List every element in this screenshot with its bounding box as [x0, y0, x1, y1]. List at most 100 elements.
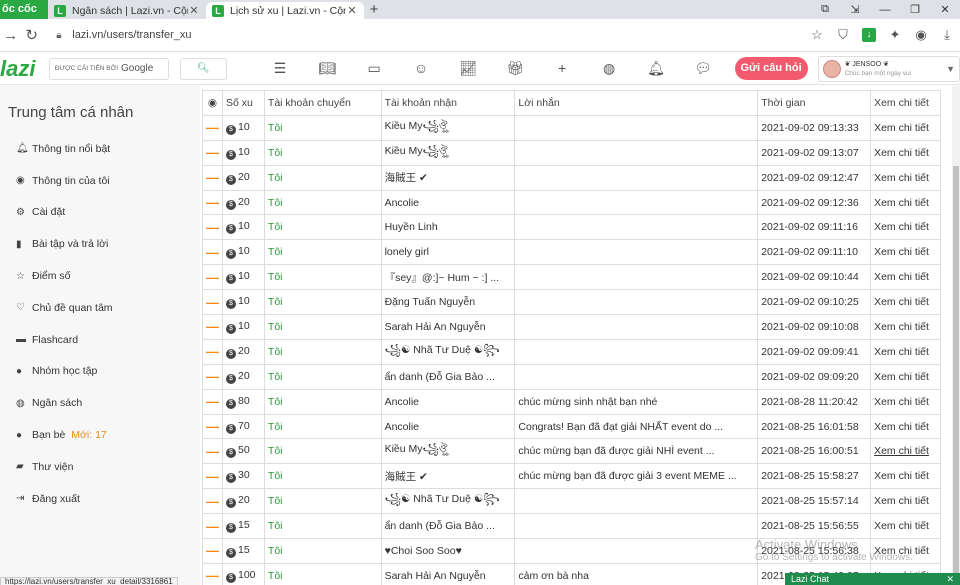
search-button[interactable]: 🔍︎ — [179, 57, 227, 80]
from-account-link[interactable]: Tôi — [263, 363, 382, 390]
screenshot-icon[interactable]: ⧉ — [810, 3, 840, 16]
view-detail-link[interactable]: Xem chi tiết — [870, 463, 941, 490]
to-account-link[interactable]: Kiều My꧁ঔৣ — [380, 139, 516, 166]
chart-icon[interactable]: 📈︎ — [445, 60, 492, 77]
sidebar-item[interactable]: ▮ Bài tập và trả lời — [0, 228, 200, 260]
profile-icon[interactable]: ◉ — [908, 27, 934, 43]
google-search-input[interactable]: ĐƯỢC CẢI TIẾN BỞI Google — [48, 57, 169, 80]
to-account-link[interactable]: ♥Choi Soo Soo♥ — [380, 538, 516, 564]
scrollbar[interactable] — [952, 86, 960, 585]
scrollbar-thumb[interactable] — [953, 166, 959, 585]
from-account-link[interactable]: Tôi — [263, 139, 382, 166]
star-icon[interactable]: ☆ — [804, 27, 830, 43]
view-detail-link[interactable]: Xem chi tiết — [870, 264, 941, 291]
from-account-link[interactable]: Tôi — [263, 538, 382, 564]
shield-icon[interactable]: ⛉ — [830, 27, 856, 43]
to-account-link[interactable]: Huyền Linh — [380, 214, 516, 241]
view-detail-link[interactable]: Xem chi tiết — [870, 363, 941, 390]
reload-icon[interactable]: ↻ — [21, 26, 42, 44]
from-account-link[interactable]: Tôi — [263, 189, 382, 216]
plus-icon[interactable]: + — [539, 60, 586, 77]
lock-icon[interactable]: 🔒︎ — [56, 30, 72, 41]
select-all-radio[interactable]: ◉ — [202, 90, 223, 116]
from-account-link[interactable]: Tôi — [263, 413, 382, 440]
lazi-logo[interactable]: lazi — [0, 55, 43, 83]
close-window-icon[interactable]: ✕ — [930, 3, 960, 16]
from-account-link[interactable]: Tôi — [263, 463, 382, 490]
from-account-link[interactable]: Tôi — [263, 562, 382, 585]
view-detail-link[interactable]: Xem chi tiết — [870, 488, 941, 515]
wallet-icon[interactable]: ▭ — [351, 60, 398, 77]
to-account-link[interactable]: Ancolie — [380, 388, 516, 415]
sidebar-item[interactable]: ● Bạn bè Mới: 17 — [0, 419, 200, 451]
from-account-link[interactable]: Tôi — [263, 264, 382, 291]
to-account-link[interactable]: Đặng Tuấn Nguyễn — [380, 289, 516, 316]
sidebar-item[interactable]: ◍ Ngân sách — [0, 387, 200, 419]
view-detail-link[interactable]: Xem chi tiết — [870, 388, 941, 415]
sidebar-item[interactable]: ● Nhóm học tập — [0, 356, 200, 388]
to-account-link[interactable]: Ancolie — [380, 189, 516, 216]
from-account-link[interactable]: Tôi — [263, 488, 382, 515]
from-account-link[interactable]: Tôi — [263, 388, 382, 415]
to-account-link[interactable]: Sarah Hải An Nguyễn — [380, 562, 516, 585]
lazi-chat-bar[interactable]: Lazi Chat ✕ — [785, 573, 960, 585]
close-icon[interactable]: ✕ — [946, 573, 954, 585]
from-account-link[interactable]: Tôi — [263, 239, 382, 266]
menu-icon[interactable]: ☰ — [257, 60, 304, 77]
to-account-link[interactable]: ẩn danh (Đỗ Gia Bảo ... — [380, 363, 516, 390]
book-icon[interactable]: 📖︎ — [304, 60, 351, 77]
to-account-link[interactable]: 『sey』@:]~ Hum ~ :] ... — [380, 264, 516, 291]
to-account-link[interactable]: Ancolie — [380, 413, 516, 440]
to-account-link[interactable]: 海賊王 ✔ — [380, 463, 516, 490]
sidebar-item[interactable]: ◉ Thông tin của tôi — [0, 165, 200, 197]
new-tab-button[interactable]: + — [364, 2, 384, 19]
sidebar-item[interactable]: ♡ Chủ đề quan tâm — [0, 292, 200, 324]
bell-icon[interactable]: 🔔︎ — [633, 60, 680, 77]
from-account-link[interactable]: Tôi — [263, 289, 382, 316]
tab-lich-su-xu[interactable]: L Lịch sử xu | Lazi.vn - Cộng đồ ✕ — [206, 2, 364, 19]
url-field[interactable]: 🔒︎ lazi.vn/users/transfer_xu — [56, 23, 792, 47]
view-detail-link[interactable]: Xem chi tiết — [870, 114, 941, 141]
smile-icon[interactable]: ☺ — [398, 60, 445, 77]
from-account-link[interactable]: Tôi — [263, 164, 382, 191]
puzzle-icon[interactable]: ✦ — [882, 27, 908, 43]
sidebar-item[interactable]: ☆ Điểm số — [0, 260, 200, 292]
view-detail-link[interactable]: Xem chi tiết — [870, 438, 941, 465]
close-tab-icon[interactable]: ✕ — [188, 4, 200, 17]
sidebar-item[interactable]: ▰ Thư viện — [0, 451, 200, 483]
view-detail-link[interactable]: Xem chi tiết — [870, 189, 941, 216]
view-detail-link[interactable]: Xem chi tiết — [870, 513, 941, 540]
sidebar-item[interactable]: ⚙ Cài đặt — [0, 197, 200, 229]
chat-icon[interactable]: 💬︎ — [680, 60, 727, 77]
view-detail-link[interactable]: Xem chi tiết — [870, 239, 941, 266]
from-account-link[interactable]: Tôi — [263, 214, 382, 241]
to-account-link[interactable]: ꧁☯ Nhã Tư Duệ ☯꧂ — [380, 338, 516, 365]
close-tab-icon[interactable]: ✕ — [346, 4, 358, 17]
from-account-link[interactable]: Tôi — [263, 438, 382, 465]
gift-icon[interactable]: 🎁︎ — [492, 60, 539, 77]
to-account-link[interactable]: Kiều My꧁ঔৣ — [380, 438, 516, 465]
view-detail-link[interactable]: Xem chi tiết — [870, 314, 941, 340]
view-detail-link[interactable]: Xem chi tiết — [870, 164, 941, 191]
coin-icon[interactable]: ◍ — [586, 60, 633, 77]
to-account-link[interactable]: Sarah Hải An Nguyễn — [380, 314, 516, 340]
view-detail-link[interactable]: Xem chi tiết — [870, 139, 941, 166]
from-account-link[interactable]: Tôi — [263, 338, 382, 365]
view-detail-link[interactable]: Xem chi tiết — [870, 413, 941, 440]
download-icon[interactable]: ⤓ — [934, 27, 960, 43]
pin-icon[interactable]: ⇲ — [840, 3, 870, 16]
view-detail-link[interactable]: Xem chi tiết — [870, 338, 941, 365]
forward-icon[interactable]: → — [0, 27, 21, 44]
tab-ngan-sach[interactable]: L Ngân sách | Lazi.vn - Cộng đồ ✕ — [48, 2, 206, 19]
from-account-link[interactable]: Tôi — [263, 114, 382, 141]
sidebar-item[interactable]: ⇥ Đăng xuất — [0, 483, 200, 515]
from-account-link[interactable]: Tôi — [263, 314, 382, 340]
to-account-link[interactable]: 海賊王 ✔ — [380, 164, 516, 191]
to-account-link[interactable]: ẩn danh (Đỗ Gia Bảo ... — [380, 513, 516, 540]
browser-brand[interactable]: ốc cốc — [0, 0, 48, 19]
to-account-link[interactable]: lonely girl — [380, 239, 516, 266]
user-menu[interactable]: ❦ JENSOO ❦ Chúc bạn một ngày vui ▼ — [817, 55, 960, 82]
from-account-link[interactable]: Tôi — [263, 513, 382, 540]
minimize-icon[interactable]: — — [870, 4, 900, 16]
view-detail-link[interactable]: Xem chi tiết — [870, 289, 941, 316]
